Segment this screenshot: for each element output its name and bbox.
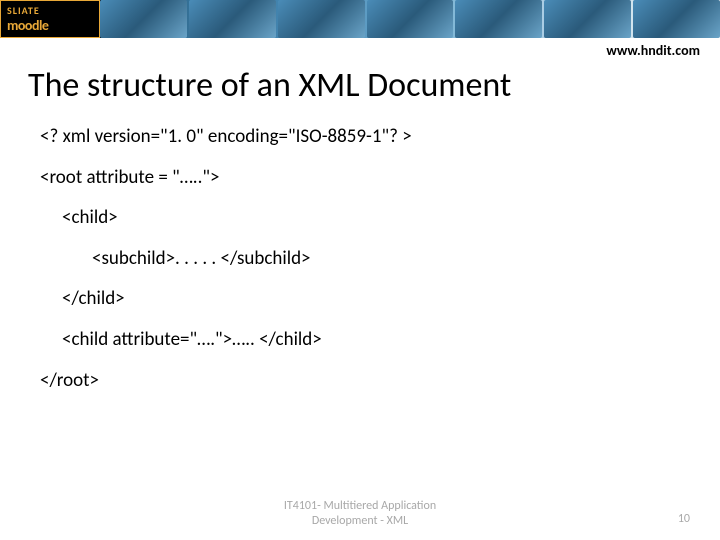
- banner-image: [278, 0, 365, 38]
- footer-line1: IT4101- Multitiered Application: [284, 499, 436, 513]
- banner-image: [189, 0, 276, 38]
- banner-image: [455, 0, 542, 38]
- banner-image: [367, 0, 454, 38]
- banner-image: [100, 0, 187, 38]
- logo-top-text: SLIATE: [7, 4, 99, 17]
- logo-bottom-text: moodle: [7, 17, 99, 34]
- footer-course-text: IT4101- Multitiered Application Developm…: [284, 499, 436, 528]
- banner-images: [100, 0, 720, 38]
- code-line-xml-declaration: <? xml version="1. 0" encoding="ISO-8859…: [40, 124, 690, 151]
- code-line-root-close: </root>: [40, 368, 690, 395]
- footer: IT4101- Multitiered Application Developm…: [0, 499, 720, 528]
- code-line-child-open: <child>: [40, 205, 690, 232]
- url-text: www.hndit.com: [0, 38, 720, 61]
- code-line-root-open: <root attribute = "…..">: [40, 165, 690, 192]
- code-line-child-attr: <child attribute="….">….. </child>: [40, 327, 690, 354]
- content-area: <? xml version="1. 0" encoding="ISO-8859…: [0, 124, 720, 394]
- page-number: 10: [678, 512, 690, 526]
- page-title: The structure of an XML Document: [0, 61, 720, 124]
- banner-image: [633, 0, 720, 38]
- header-banner: SLIATE moodle: [0, 0, 720, 38]
- footer-line2: Development - XML: [312, 514, 408, 528]
- banner-image: [544, 0, 631, 38]
- code-line-child-close: </child>: [40, 286, 690, 313]
- code-line-subchild: <subchild>. . . . . </subchild>: [40, 246, 690, 273]
- logo-box: SLIATE moodle: [0, 0, 100, 38]
